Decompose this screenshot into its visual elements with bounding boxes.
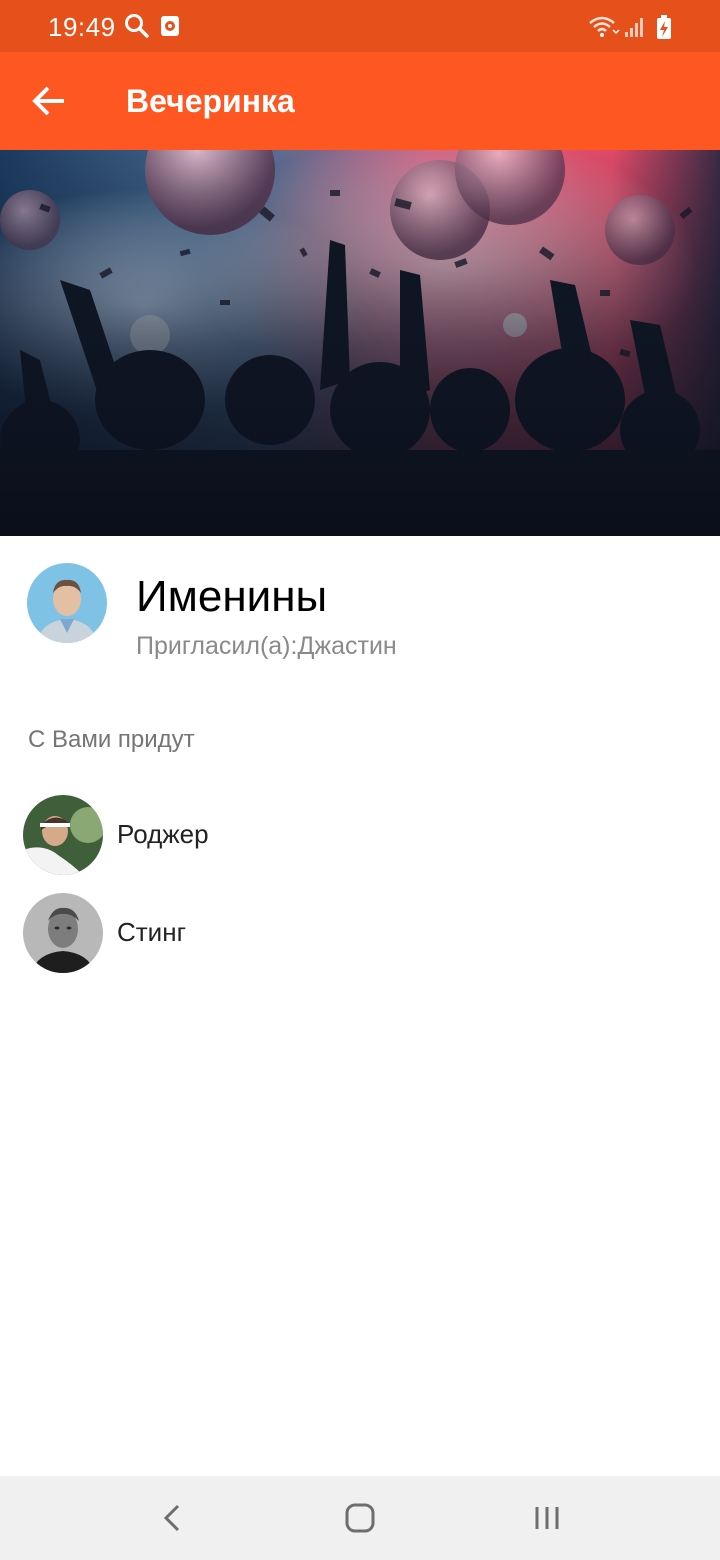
invited-by-text: Пригласил(а):Джастин <box>136 632 397 660</box>
attendee-list-item[interactable]: Стинг <box>0 885 720 981</box>
battery-charging-icon <box>657 15 671 39</box>
event-cover-image <box>0 150 720 536</box>
app-bar: Вечеринка <box>0 52 720 150</box>
attendee-list-item[interactable]: Роджер <box>0 787 720 883</box>
avatar <box>23 795 103 875</box>
wifi-icon <box>589 16 620 37</box>
avatar <box>23 893 103 973</box>
cell-signal-icon <box>625 18 643 37</box>
nav-home-icon[interactable] <box>338 1498 382 1538</box>
attendee-name: Стинг <box>117 917 187 947</box>
status-bar: 19:49 <box>0 0 720 52</box>
app-title: Вечеринка <box>126 83 295 119</box>
arrow-back-icon[interactable] <box>26 77 74 125</box>
app-notification-icon <box>161 16 179 36</box>
event-title: Именины <box>136 572 328 621</box>
nav-recent-apps-icon[interactable] <box>526 1498 570 1538</box>
attendee-name: Роджер <box>117 819 209 849</box>
inviter-avatar <box>27 563 107 643</box>
search-icon <box>125 14 149 38</box>
status-time: 19:49 <box>48 12 116 42</box>
attendees-section-label: С Вами придут <box>28 726 195 753</box>
system-nav-bar <box>0 1476 720 1560</box>
nav-back-icon[interactable] <box>150 1498 194 1538</box>
